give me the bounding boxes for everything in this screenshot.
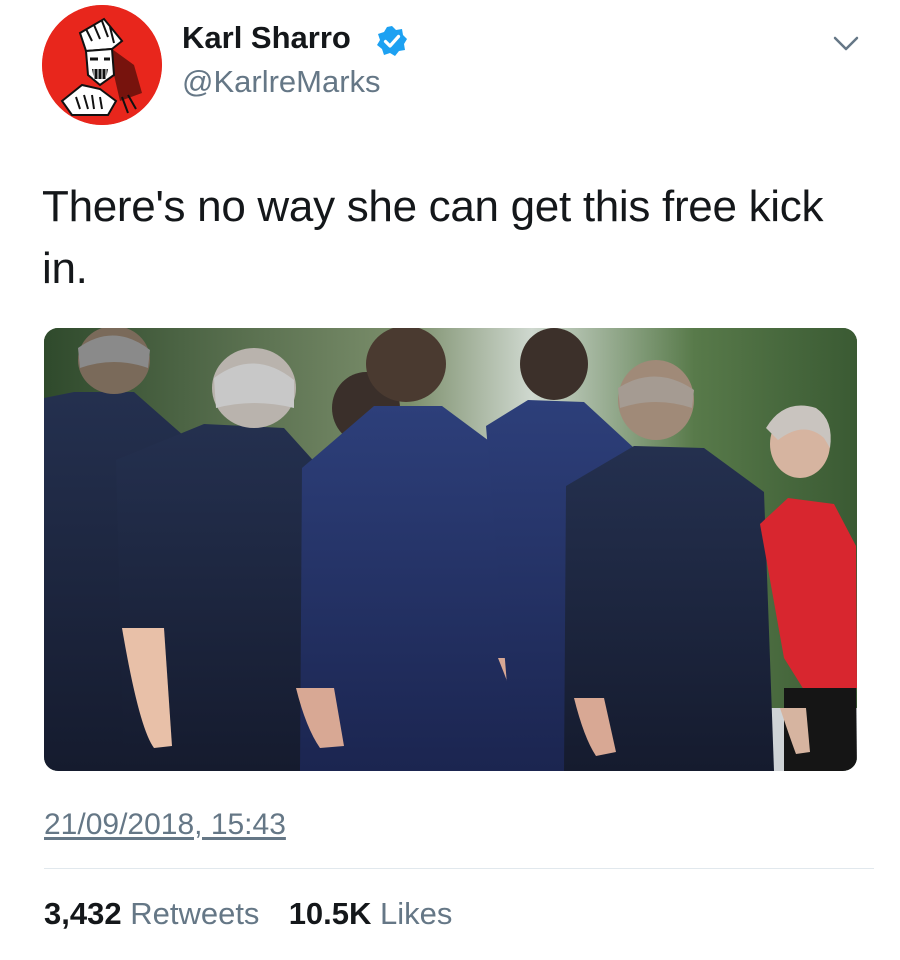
verified-badge-icon	[377, 26, 407, 56]
tweet-text: There's no way she can get this free kic…	[42, 182, 824, 293]
likes-count: 10.5K	[288, 896, 372, 931]
likes-stat[interactable]: 10.5K Likes	[289, 896, 453, 931]
photo	[44, 328, 857, 771]
avatar-illustration	[42, 5, 162, 125]
tweet-photo[interactable]	[44, 328, 857, 771]
display-name[interactable]: Karl Sharro	[182, 20, 351, 56]
user-handle[interactable]: @KarlreMarks	[182, 64, 381, 100]
retweets-count: 3,432	[44, 896, 122, 931]
retweets-label: Retweets	[130, 896, 260, 931]
divider	[44, 868, 874, 869]
likes-label: Likes	[380, 896, 453, 931]
tweet-timestamp[interactable]: 21/09/2018, 15:43	[44, 808, 286, 842]
avatar[interactable]	[42, 5, 162, 125]
tweet-card: Karl Sharro @KarlreMarks There's no way …	[0, 0, 900, 960]
retweets-stat[interactable]: 3,432 Retweets	[44, 896, 268, 931]
chevron-down-icon[interactable]	[832, 33, 860, 53]
engagement-stats: 3,432 Retweets 10.5K Likes	[44, 896, 452, 932]
